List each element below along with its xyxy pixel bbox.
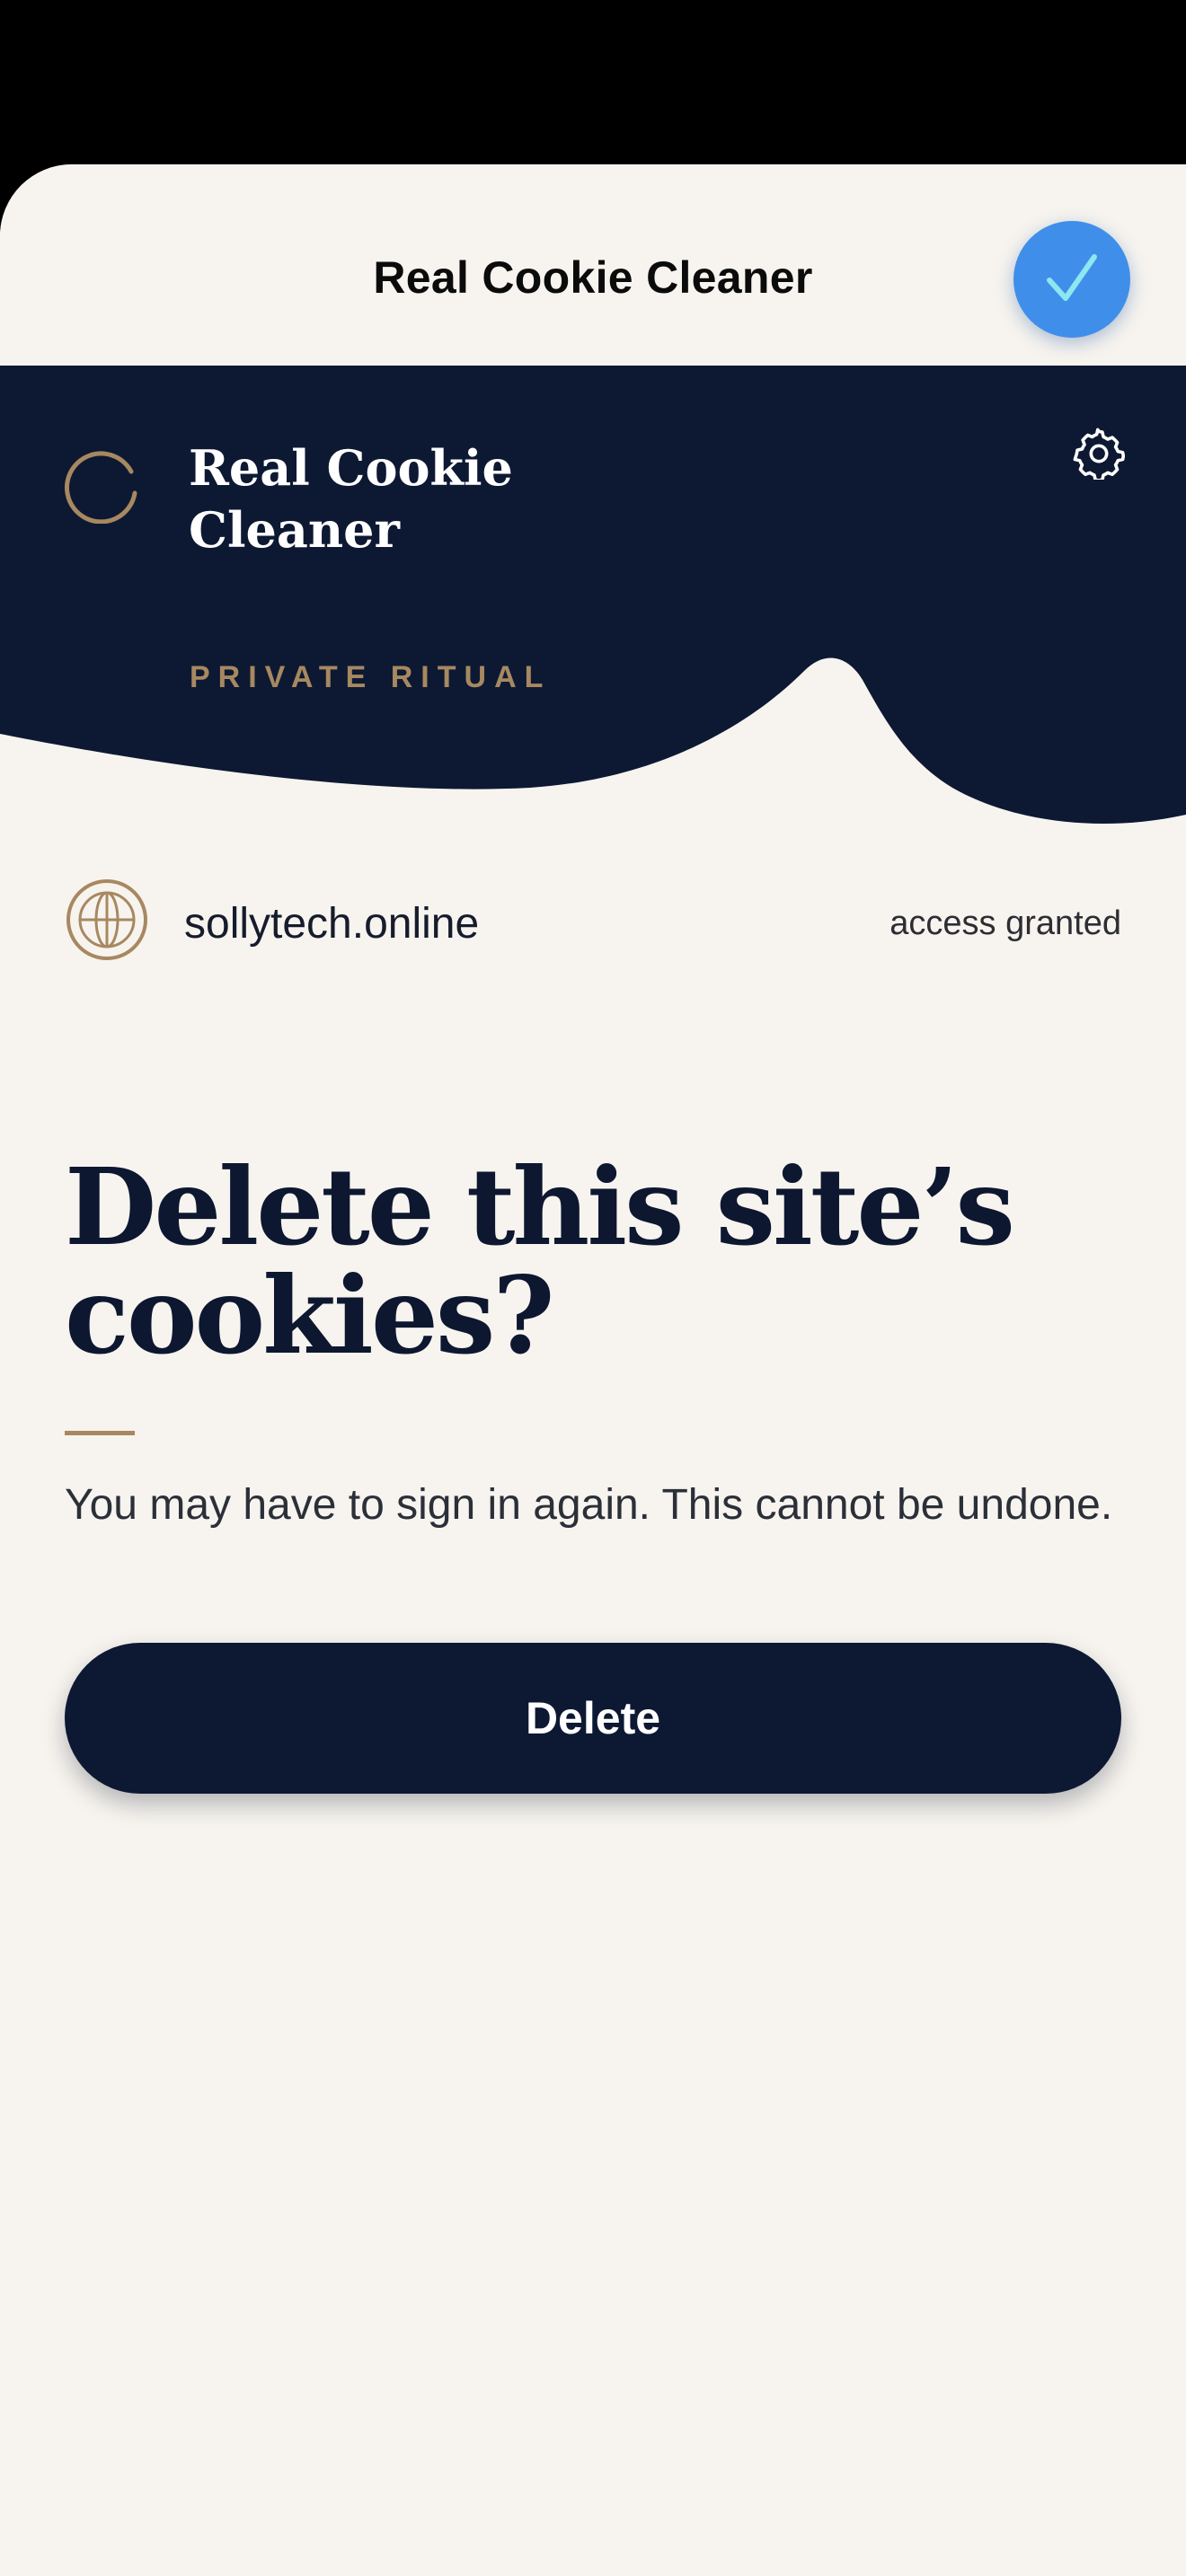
brand-name: Real Cookie Cleaner [189, 439, 513, 559]
delete-button-label: Delete [525, 1693, 661, 1743]
spinner-icon [65, 451, 137, 524]
delete-button[interactable]: Delete [65, 1643, 1121, 1794]
gear-icon[interactable] [1073, 428, 1125, 480]
done-button[interactable] [1013, 221, 1130, 338]
extension-sheet: Real Cookie Cleaner Real Cookie Cleaner … [0, 164, 1186, 2576]
screen: Real Cookie Cleaner Real Cookie Cleaner … [0, 0, 1186, 2576]
sheet-header: Real Cookie Cleaner [0, 164, 1186, 366]
access-status: access granted [890, 904, 1121, 942]
prompt-message: You may have to sign in again. This cann… [65, 1481, 1113, 1529]
site-row: sollytech.online access granted [65, 878, 1121, 964]
brand-tagline: PRIVATE RITUAL [190, 660, 552, 694]
checkmark-icon [1047, 254, 1097, 301]
globe-icon [66, 879, 147, 960]
prompt-heading: Delete this site’s cookies? [65, 1144, 1015, 1378]
sheet-title: Real Cookie Cleaner [373, 252, 813, 303]
site-domain: sollytech.online [184, 900, 480, 948]
divider [65, 1431, 135, 1435]
